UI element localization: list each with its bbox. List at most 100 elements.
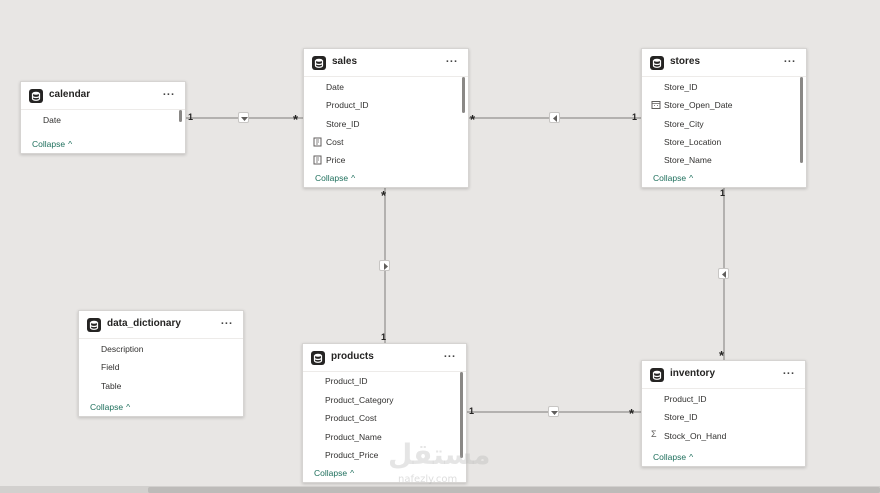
table-icon [87,318,101,332]
field-row[interactable]: Store_Name [642,151,806,169]
filter-direction-stores-inventory[interactable] [718,268,729,279]
table-title: stores [670,56,701,67]
table-icon [312,56,326,70]
collapse-label: Collapse [653,452,687,462]
chevron-up-icon: ^ [689,173,694,183]
filter-direction-calendar-sales[interactable] [238,112,249,123]
horizontal-scrollbar-thumb[interactable] [148,487,880,493]
more-options-icon[interactable]: ... [163,86,175,98]
cardinality-one-calendar: 1 [188,112,194,122]
table-title: products [331,351,374,362]
cardinality-many-sales-right: * [470,112,476,127]
field-row[interactable]: Product_Category [303,391,466,409]
collapse-link[interactable]: Collapse ^ [653,452,693,462]
table-title: sales [332,56,358,67]
table-header[interactable]: sales ... [304,49,468,77]
field-row[interactable]: Description [79,340,243,358]
table-title: inventory [670,368,716,379]
field-row[interactable]: Store_City [642,115,806,133]
table-card-sales[interactable]: sales ... Date Product_ID Store_ID Cost … [303,48,469,188]
cardinality-many-sales-bottom: * [381,188,387,203]
field-name: Product_Price [325,450,379,460]
chevron-up-icon: ^ [351,173,356,183]
table-card-inventory[interactable]: inventory ... Product_ID Store_ID Σ Stoc… [641,360,806,467]
chevron-up-icon: ^ [689,452,694,462]
more-options-icon[interactable]: ... [783,365,795,377]
table-header[interactable]: inventory ... [642,361,805,389]
field-row[interactable]: Date [21,111,185,129]
table-icon [311,351,325,365]
field-name: Description [101,344,144,354]
filter-direction-sales-stores[interactable] [549,112,560,123]
field-name: Date [43,115,61,125]
field-row[interactable]: Field [79,358,243,376]
field-name: Product_ID [664,394,707,404]
collapse-label: Collapse [315,173,349,183]
more-options-icon[interactable]: ... [784,53,796,65]
field-row[interactable]: Price [304,151,468,169]
field-name: Price [326,155,346,165]
field-row[interactable]: Store_ID [304,115,468,133]
field-name: Store_ID [664,412,698,422]
field-name: Store_Location [664,137,722,147]
table-header[interactable]: calendar ... [21,82,185,110]
field-name: Store_ID [664,82,698,92]
watermark-logo: مستقل [388,438,491,471]
table-card-data-dictionary[interactable]: data_dictionary ... Description Field Ta… [78,310,244,417]
field-name: Field [101,362,120,372]
table-header[interactable]: data_dictionary ... [79,311,243,339]
more-options-icon[interactable]: ... [444,348,456,360]
field-name: Store_ID [326,119,360,129]
table-header[interactable]: stores ... [642,49,806,77]
field-name: Store_City [664,119,704,129]
field-row[interactable]: Store_Open_Date [642,96,806,114]
field-row[interactable]: Store_Location [642,133,806,151]
filter-direction-products-inventory[interactable] [548,406,559,417]
collapse-link[interactable]: Collapse ^ [32,139,72,149]
collapse-label: Collapse [32,139,66,149]
field-row[interactable]: Product_ID [303,372,466,390]
field-row[interactable]: Product_Cost [303,409,466,427]
model-canvas[interactable]: 1 * * 1 * 1 1 * 1 * calendar ... Date Co… [0,0,880,493]
collapse-link[interactable]: Collapse ^ [315,173,355,183]
field-row[interactable]: Product_ID [642,390,805,408]
field-row[interactable]: Store_ID [642,408,805,426]
field-row[interactable]: Store_ID [642,78,806,96]
collapse-link[interactable]: Collapse ^ [90,402,130,412]
field-name: Product_ID [326,100,369,110]
calendar-icon [651,100,661,112]
table-icon [650,368,664,382]
field-scrollbar[interactable] [179,110,182,122]
table-header[interactable]: products ... [303,344,466,372]
table-card-stores[interactable]: stores ... Store_ID Store_Open_Date Stor… [641,48,807,188]
field-row[interactable]: Table [79,377,243,395]
field-name: Date [326,82,344,92]
table-icon [650,56,664,70]
field-row[interactable]: Date [304,78,468,96]
field-row[interactable]: Product_ID [304,96,468,114]
field-row[interactable]: Σ Stock_On_Hand [642,427,805,445]
more-options-icon[interactable]: ... [221,315,233,327]
collapse-label: Collapse [314,468,348,478]
chevron-up-icon: ^ [126,402,131,412]
watermark-url: nafezly.com [398,474,458,485]
collapse-link[interactable]: Collapse ^ [314,468,354,478]
table-icon [29,89,43,103]
field-name: Cost [326,137,344,147]
currency-icon [313,137,323,149]
field-name: Product_ID [325,376,368,386]
field-scrollbar[interactable] [462,77,465,113]
chevron-up-icon: ^ [68,139,73,149]
field-scrollbar[interactable] [800,77,803,163]
table-title: calendar [49,89,91,100]
currency-icon [313,155,323,167]
field-name: Table [101,381,122,391]
collapse-label: Collapse [90,402,124,412]
table-title: data_dictionary [107,318,181,329]
field-row[interactable]: Cost [304,133,468,151]
sigma-icon: Σ [651,429,657,439]
filter-direction-sales-products[interactable] [379,260,390,271]
collapse-link[interactable]: Collapse ^ [653,173,693,183]
table-card-calendar[interactable]: calendar ... Date Collapse ^ [20,81,186,154]
more-options-icon[interactable]: ... [446,53,458,65]
